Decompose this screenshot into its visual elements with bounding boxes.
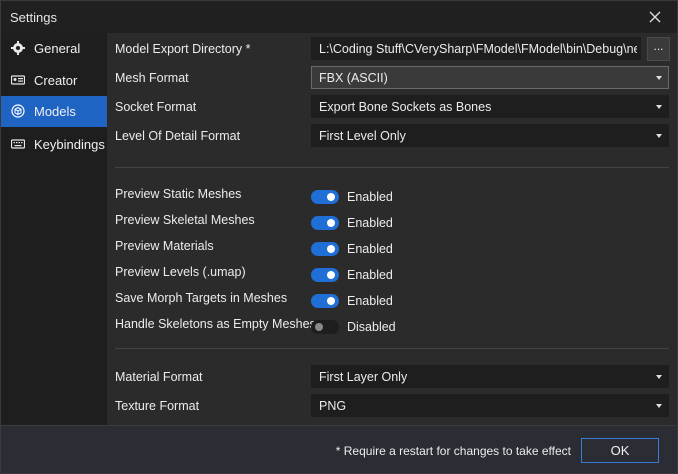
gear-icon	[11, 41, 25, 55]
export-directory-value: L:\Coding Stuff\CVerySharp\FModel\FModel…	[319, 42, 637, 56]
ok-button[interactable]: OK	[581, 438, 659, 463]
handle-skeletons-toggle[interactable]	[311, 320, 339, 334]
texture-format-select[interactable]: PNG	[311, 394, 669, 417]
lod-format-value: First Level Only	[319, 129, 406, 143]
material-format-select[interactable]: First Layer Only	[311, 365, 669, 388]
preview-static-meshes-label: Preview Static Meshes	[115, 187, 242, 201]
lod-format-select[interactable]: First Level Only	[311, 124, 669, 147]
material-format-value: First Layer Only	[319, 370, 408, 384]
preview-materials-label: Preview Materials	[115, 239, 214, 253]
lod-format-label: Level Of Detail Format	[115, 129, 241, 143]
socket-format-select[interactable]: Export Bone Sockets as Bones	[311, 95, 669, 118]
sidebar-item-label: Keybindings	[34, 137, 105, 152]
chevron-down-icon	[656, 404, 662, 408]
toggle-state: Enabled	[347, 190, 393, 204]
mesh-format-select[interactable]: FBX (ASCII)	[311, 66, 669, 89]
keyboard-icon	[10, 137, 26, 151]
sidebar-item-keybindings[interactable]: Keybindings	[1, 129, 107, 160]
sidebar-item-label: General	[34, 41, 81, 56]
preview-materials-toggle[interactable]	[311, 242, 339, 256]
toggle-knob	[327, 193, 335, 201]
toggle-knob	[327, 219, 335, 227]
toggle-knob	[327, 245, 335, 253]
chevron-down-icon	[656, 76, 662, 80]
toggle-knob	[327, 271, 335, 279]
toggle-state: Enabled	[347, 216, 393, 230]
save-morph-targets-toggle[interactable]	[311, 294, 339, 308]
export-directory-label: Model Export Directory *	[115, 42, 251, 56]
toggle-knob	[327, 297, 335, 305]
socket-format-label: Socket Format	[115, 100, 197, 114]
preview-levels-toggle[interactable]	[311, 268, 339, 282]
section-divider	[115, 348, 669, 349]
toggle-state: Enabled	[347, 268, 393, 282]
material-format-label: Material Format	[115, 370, 203, 384]
close-icon[interactable]	[647, 9, 663, 25]
models-settings-panel: Model Export Directory * L:\Coding Stuff…	[107, 33, 677, 425]
sidebar-item-label: Models	[34, 104, 76, 119]
settings-window: Settings General Creator Models Keybindi…	[0, 0, 678, 474]
mesh-format-label: Mesh Format	[115, 71, 189, 85]
preview-skeletal-meshes-label: Preview Skeletal Meshes	[115, 213, 255, 227]
cube-icon	[11, 104, 25, 118]
dialog-footer: * Require a restart for changes to take …	[1, 425, 677, 473]
sidebar: General Creator Models Keybindings	[1, 33, 107, 425]
id-card-icon	[10, 73, 26, 87]
export-directory-field[interactable]: L:\Coding Stuff\CVerySharp\FModel\FModel…	[311, 37, 641, 60]
window-title: Settings	[10, 10, 57, 25]
texture-format-value: PNG	[319, 399, 347, 413]
preview-static-meshes-toggle[interactable]	[311, 190, 339, 204]
mesh-format-value: FBX (ASCII)	[319, 71, 388, 85]
chevron-down-icon	[656, 375, 662, 379]
sidebar-item-creator[interactable]: Creator	[1, 65, 107, 96]
preview-levels-label: Preview Levels (.umap)	[115, 265, 246, 279]
section-divider	[115, 167, 669, 168]
sidebar-item-models[interactable]: Models	[1, 96, 107, 127]
chevron-down-icon	[656, 134, 662, 138]
title-bar: Settings	[1, 1, 677, 33]
toggle-state: Disabled	[347, 320, 396, 334]
toggle-state: Enabled	[347, 242, 393, 256]
sidebar-item-general[interactable]: General	[1, 33, 107, 64]
save-morph-targets-label: Save Morph Targets in Meshes	[115, 291, 288, 305]
texture-format-label: Texture Format	[115, 399, 200, 413]
handle-skeletons-label: Handle Skeletons as Empty Meshes	[115, 317, 316, 331]
restart-note: * Require a restart for changes to take …	[335, 444, 571, 458]
preview-skeletal-meshes-toggle[interactable]	[311, 216, 339, 230]
sidebar-item-label: Creator	[34, 73, 78, 88]
browse-button[interactable]: ...	[647, 37, 670, 61]
chevron-down-icon	[656, 105, 662, 109]
toggle-knob	[315, 323, 323, 331]
socket-format-value: Export Bone Sockets as Bones	[319, 100, 492, 114]
toggle-state: Enabled	[347, 294, 393, 308]
